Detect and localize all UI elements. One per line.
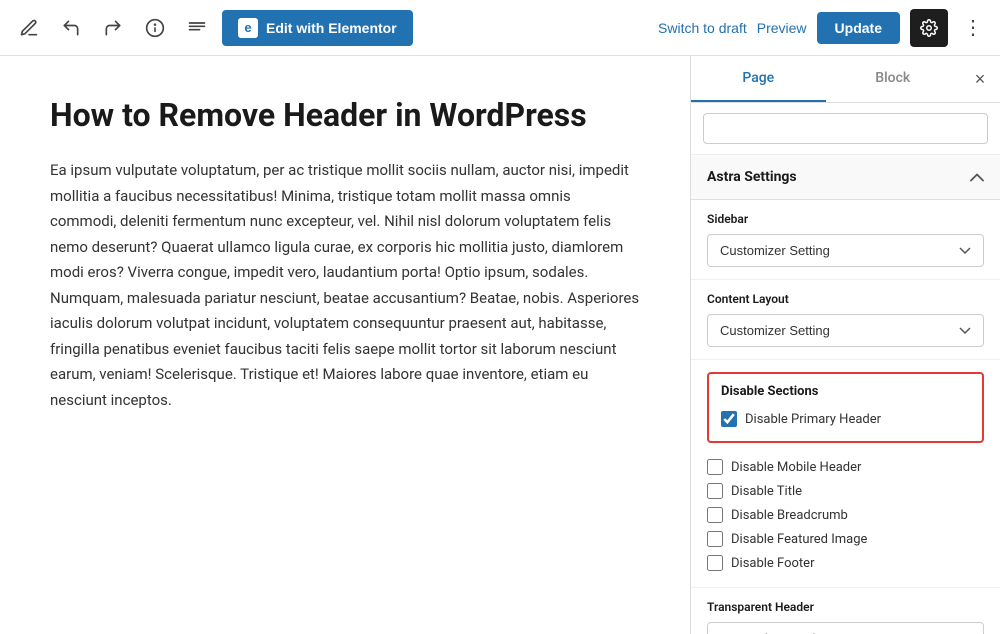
checkbox-disable-featured-image[interactable]: Disable Featured Image <box>707 527 984 551</box>
transparent-header-group: Transparent Header Customizer Setting <box>691 587 1000 634</box>
checkbox-disable-mobile-header-input[interactable] <box>707 459 723 475</box>
toolbar-left: e Edit with Elementor <box>12 10 413 46</box>
edit-elementor-button[interactable]: e Edit with Elementor <box>222 10 413 46</box>
sidebar-setting-group: Sidebar Customizer Setting <box>691 200 1000 280</box>
elementor-logo-icon: e <box>238 18 258 38</box>
update-button[interactable]: Update <box>817 12 900 44</box>
checkbox-disable-title-input[interactable] <box>707 483 723 499</box>
checkbox-disable-mobile-header[interactable]: Disable Mobile Header <box>707 455 984 479</box>
checkbox-disable-primary-header[interactable]: Disable Primary Header <box>721 407 970 431</box>
info-button[interactable] <box>138 11 172 45</box>
checkbox-disable-footer-label: Disable Footer <box>731 556 814 571</box>
astra-collapse-button[interactable] <box>970 172 984 182</box>
checkbox-disable-breadcrumb-input[interactable] <box>707 507 723 523</box>
switch-draft-button[interactable]: Switch to draft <box>658 20 747 36</box>
toolbar: e Edit with Elementor Switch to draft Pr… <box>0 0 1000 56</box>
article-body: Ea ipsum vulputate voluptatum, per ac tr… <box>50 158 640 413</box>
checkbox-disable-footer[interactable]: Disable Footer <box>707 551 984 575</box>
pencil-icon-btn[interactable] <box>12 11 46 45</box>
content-layout-select[interactable]: Customizer Setting <box>707 314 984 347</box>
checkbox-disable-title-label: Disable Title <box>731 484 802 499</box>
tab-page[interactable]: Page <box>691 56 826 102</box>
preview-button[interactable]: Preview <box>757 20 807 36</box>
undo-button[interactable] <box>54 11 88 45</box>
redo-button[interactable] <box>96 11 130 45</box>
checkbox-disable-mobile-header-label: Disable Mobile Header <box>731 460 861 475</box>
checkbox-disable-title[interactable]: Disable Title <box>707 479 984 503</box>
checkbox-disable-footer-input[interactable] <box>707 555 723 571</box>
checkbox-disable-featured-image-label: Disable Featured Image <box>731 532 867 547</box>
structure-button[interactable] <box>180 11 214 45</box>
checkbox-rows-outside: Disable Mobile Header Disable Title Disa… <box>691 455 1000 587</box>
astra-settings-title: Astra Settings <box>707 169 797 185</box>
checkbox-disable-breadcrumb[interactable]: Disable Breadcrumb <box>707 503 984 527</box>
panel-search-row <box>691 103 1000 155</box>
disable-sections-box: Disable Sections Disable Primary Header <box>707 372 984 443</box>
panel-tabs: Page Block × <box>691 56 1000 103</box>
content-area: How to Remove Header in WordPress Ea ips… <box>0 56 690 634</box>
transparent-header-select[interactable]: Customizer Setting <box>707 622 984 634</box>
sidebar-select[interactable]: Customizer Setting <box>707 234 984 267</box>
more-options-button[interactable]: ⋮ <box>958 13 988 43</box>
astra-settings-header: Astra Settings <box>691 155 1000 200</box>
article-title: How to Remove Header in WordPress <box>50 96 640 134</box>
edit-elementor-label: Edit with Elementor <box>266 20 397 36</box>
sidebar-label: Sidebar <box>707 212 984 226</box>
content-layout-group: Content Layout Customizer Setting <box>691 280 1000 360</box>
content-layout-label: Content Layout <box>707 292 984 306</box>
settings-gear-button[interactable] <box>910 9 948 47</box>
toolbar-right: Switch to draft Preview Update ⋮ <box>658 9 988 47</box>
panel-search-input[interactable] <box>703 113 988 144</box>
sidebar-panel: Page Block × Astra Settings <box>690 56 1000 634</box>
checkbox-disable-primary-header-label: Disable Primary Header <box>745 412 881 427</box>
checkbox-disable-breadcrumb-label: Disable Breadcrumb <box>731 508 848 523</box>
transparent-header-label: Transparent Header <box>707 600 984 614</box>
checkbox-disable-primary-header-input[interactable] <box>721 411 737 427</box>
main-layout: How to Remove Header in WordPress Ea ips… <box>0 56 1000 634</box>
panel-close-button[interactable]: × <box>960 56 1000 102</box>
checkbox-disable-featured-image-input[interactable] <box>707 531 723 547</box>
tab-block[interactable]: Block <box>826 56 961 102</box>
panel-content: Astra Settings Sidebar Customizer Settin… <box>691 103 1000 634</box>
disable-sections-title: Disable Sections <box>721 384 970 399</box>
